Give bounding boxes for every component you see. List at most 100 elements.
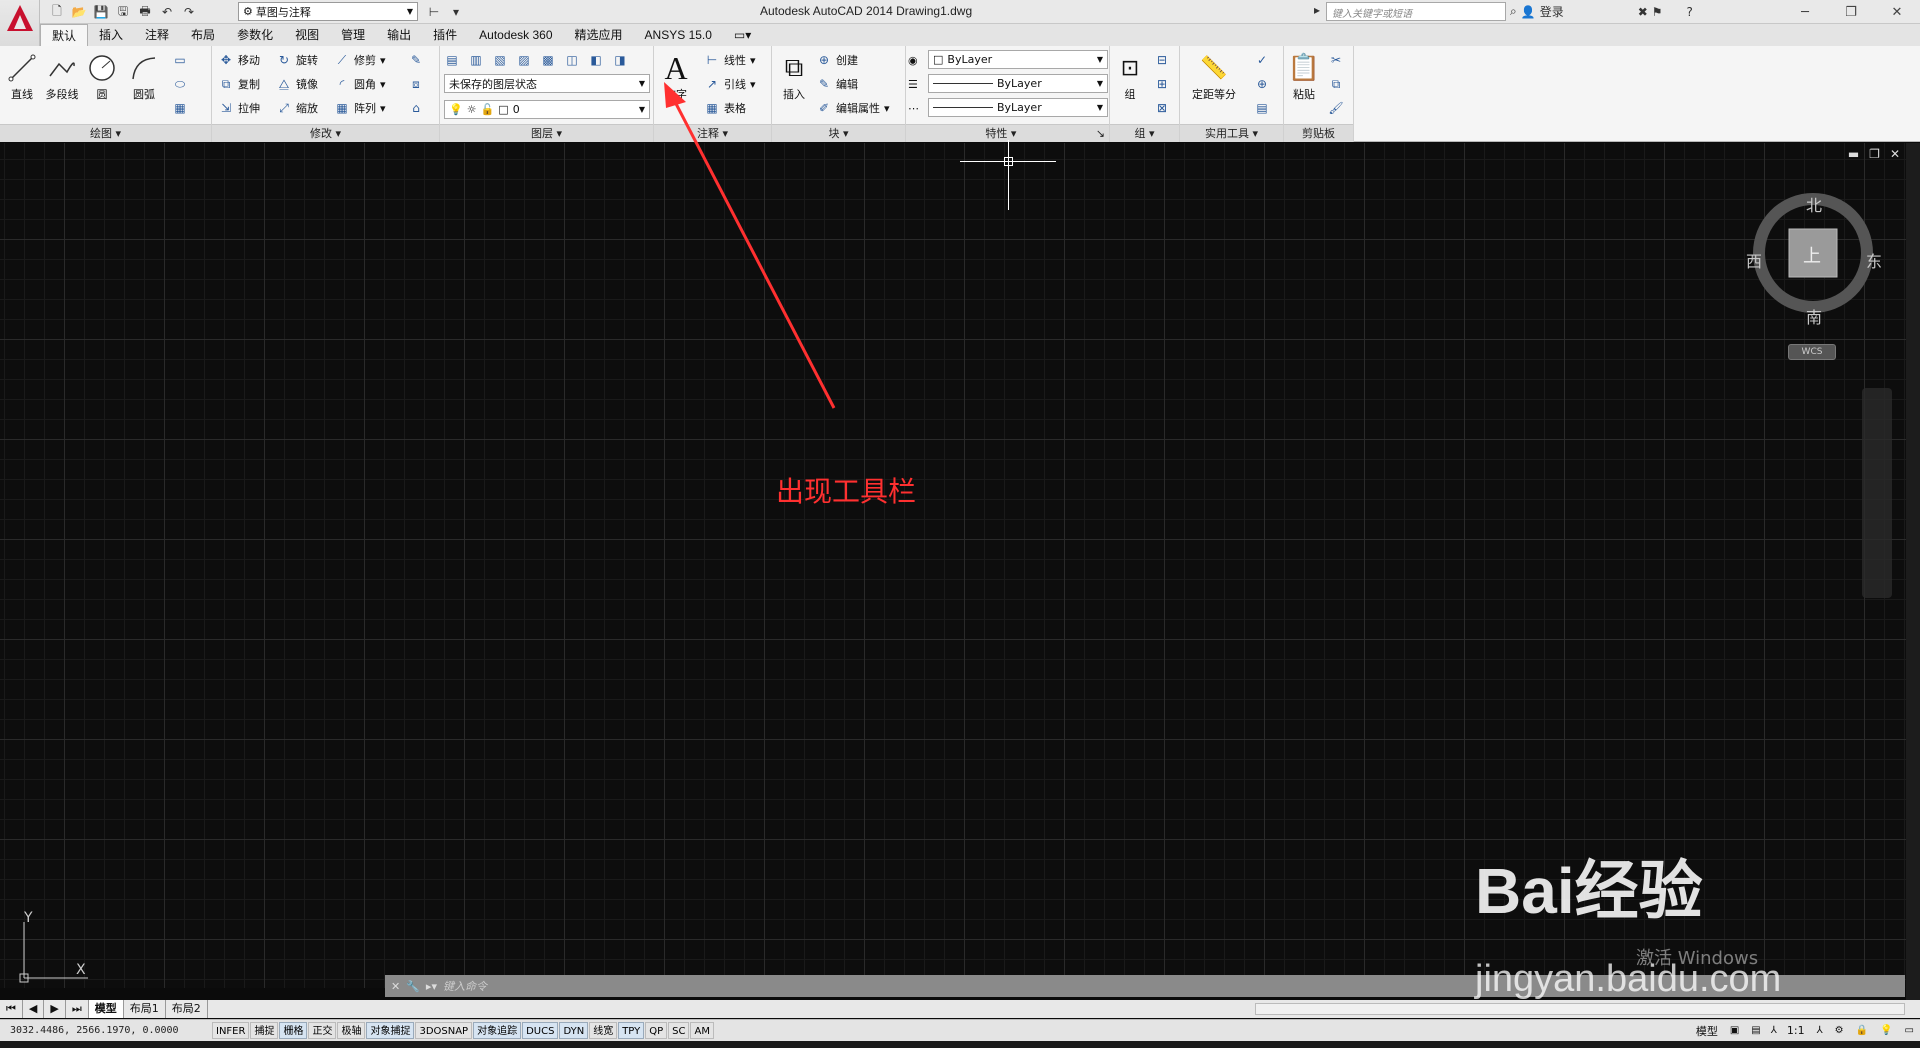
wcs-menu[interactable]: WCS	[1788, 344, 1836, 360]
navigation-bar[interactable]	[1862, 388, 1892, 598]
compass-north[interactable]: 北	[1806, 192, 1822, 216]
tab-insert[interactable]: 插入	[88, 24, 134, 46]
toggle-3dosnap[interactable]: 3DOSNAP	[415, 1022, 473, 1039]
save-icon[interactable]: 💾	[92, 3, 110, 21]
tab-view[interactable]: 视图	[284, 24, 330, 46]
toggle-am[interactable]: AM	[690, 1022, 714, 1039]
dialog-launcher-icon[interactable]: ↘	[1096, 125, 1105, 143]
nav-next-icon[interactable]: ▶	[44, 1000, 66, 1018]
model-space-button[interactable]: 模型	[1690, 1023, 1724, 1039]
rotate-button[interactable]: ↻ 旋转	[276, 50, 318, 70]
toggle-sc[interactable]: SC	[668, 1022, 690, 1039]
vertical-scrollbar[interactable]	[1906, 143, 1920, 1013]
ellipse-button[interactable]: ⬭	[172, 74, 188, 94]
tab-parametric[interactable]: 参数化	[226, 24, 284, 46]
copy-clip-button[interactable]: ⧉	[1328, 74, 1344, 94]
toggle-osnap[interactable]: 对象捕捉	[366, 1022, 415, 1039]
match-properties-button[interactable]: 🖌	[1328, 98, 1344, 118]
annotation-visibility-icon[interactable]: ⅄	[1811, 1025, 1829, 1036]
workspace-gear-icon[interactable]: ⚙	[1829, 1025, 1850, 1036]
app-menu-button[interactable]	[0, 0, 40, 46]
edit-block-button[interactable]: ✎ 编辑	[816, 74, 858, 94]
isolate-icon[interactable]: 💡	[1874, 1025, 1898, 1036]
edit-attributes-button[interactable]: ✐ 编辑属性 ▾	[816, 98, 890, 118]
exchange-icon[interactable]: ✖	[1638, 5, 1648, 19]
offset-button[interactable]: ⧈	[408, 74, 424, 94]
line-button[interactable]: 直线	[4, 50, 40, 102]
toggle-qp[interactable]: QP	[645, 1022, 668, 1039]
tab-model[interactable]: 模型	[88, 1000, 124, 1018]
cut-button[interactable]: ✂	[1328, 50, 1344, 70]
save-as-icon[interactable]: 🖫	[114, 3, 132, 21]
tab-ansys[interactable]: ANSYS 15.0	[634, 24, 723, 46]
tab-annotate[interactable]: 注释	[134, 24, 180, 46]
layer-toolbar-icon[interactable]: ⊢	[425, 3, 443, 21]
compass-west[interactable]: 西	[1746, 248, 1762, 272]
login-button[interactable]: 登录	[1540, 3, 1564, 20]
command-prompt-icon[interactable]: ▸▾	[426, 980, 437, 993]
layer-unisolate-icon[interactable]: ◨	[612, 52, 628, 68]
create-block-button[interactable]: ⊕ 创建	[816, 50, 858, 70]
paste-button[interactable]: 📋 粘贴	[1286, 50, 1322, 102]
panel-draw-label[interactable]: 绘图 ▾	[0, 124, 211, 142]
compass-east[interactable]: 东	[1866, 248, 1882, 272]
ungroup-button[interactable]: ⊟	[1154, 50, 1170, 70]
layout-view-icon[interactable]: ▣	[1724, 1025, 1745, 1036]
toggle-ducs[interactable]: DUCS	[522, 1022, 559, 1039]
leader-button[interactable]: ↗ 引线 ▾	[704, 74, 756, 94]
mirror-button[interactable]: ⧋ 镜像	[276, 74, 318, 94]
layer-lock-icon[interactable]: ◧	[588, 52, 604, 68]
layer-isolate-icon[interactable]: ▨	[516, 52, 532, 68]
quick-view-icon[interactable]: ▤	[1745, 1025, 1766, 1036]
nav-first-icon[interactable]: ⏮	[0, 1000, 23, 1018]
a360-icon[interactable]: ⚑	[1652, 5, 1663, 19]
search-expand-icon[interactable]: ▸	[1314, 3, 1320, 17]
compass-south[interactable]: 南	[1806, 304, 1822, 328]
nav-last-icon[interactable]: ⏭	[66, 1000, 89, 1018]
panel-clipboard-label[interactable]: 剪贴板	[1284, 124, 1353, 142]
annotation-scale[interactable]: 1:1	[1781, 1024, 1811, 1037]
doc-minimize-button[interactable]: ▬	[1848, 147, 1859, 161]
scale-button[interactable]: ⤢ 缩放	[276, 98, 318, 118]
move-button[interactable]: ✥ 移动	[218, 50, 260, 70]
toggle-polar[interactable]: 极轴	[337, 1022, 366, 1039]
tab-layout[interactable]: 布局	[180, 24, 226, 46]
toggle-grid[interactable]: 栅格	[279, 1022, 308, 1039]
binoculars-icon[interactable]: ⌕	[1510, 4, 1517, 19]
group-select-button[interactable]: ⊠	[1154, 98, 1170, 118]
command-input[interactable]: 键入命令	[443, 978, 487, 994]
circle-button[interactable]: 圆	[84, 50, 120, 102]
stretch-button[interactable]: ⇲ 拉伸	[218, 98, 260, 118]
layer-select[interactable]: 💡 ☼ 🔓 □ 0 ▼	[444, 100, 650, 119]
layer-properties-icon[interactable]: ▤	[444, 52, 460, 68]
group-button[interactable]: ⊡ 组	[1112, 50, 1148, 102]
dimension-button[interactable]: ⊢ 线性 ▾	[704, 50, 756, 70]
viewcube[interactable]: 北 南 东 西 上	[1746, 190, 1882, 327]
lineweight-select[interactable]: ByLayer ▼	[928, 98, 1108, 117]
close-icon[interactable]: ✕	[391, 980, 400, 993]
lock-icon[interactable]: 🔒	[1850, 1025, 1874, 1036]
array-button[interactable]: ▦ 阵列 ▾	[334, 98, 385, 118]
redo-icon[interactable]: ↷	[180, 3, 198, 21]
tab-layout2[interactable]: 布局2	[166, 1000, 208, 1018]
quick-select-button[interactable]: ✓	[1254, 50, 1270, 70]
panel-groups-label[interactable]: 组 ▾	[1110, 124, 1179, 142]
close-button[interactable]: ✕	[1874, 0, 1920, 24]
layer-off-icon[interactable]: ◫	[564, 52, 580, 68]
fillet-button[interactable]: ◜ 圆角 ▾	[334, 74, 386, 94]
hatch-button[interactable]: ▦	[172, 98, 188, 118]
layer-previous-icon[interactable]: ▧	[492, 52, 508, 68]
panel-utilities-label[interactable]: 实用工具 ▾	[1180, 124, 1283, 142]
panel-modify-label[interactable]: 修改 ▾	[212, 124, 439, 142]
panel-block-label[interactable]: 块 ▾	[772, 124, 905, 142]
insert-button[interactable]: ⧉ 插入	[776, 50, 812, 102]
toggle-infer[interactable]: INFER	[212, 1022, 250, 1039]
doc-restore-button[interactable]: ❐	[1869, 147, 1880, 161]
workspace-select[interactable]: ⚙ 草图与注释 ▼	[238, 2, 418, 21]
tab-plugins[interactable]: 插件	[422, 24, 468, 46]
minimize-button[interactable]: ─	[1782, 0, 1828, 24]
qat-dropdown-icon[interactable]: ▾	[447, 3, 465, 21]
help-icon[interactable]: ?	[1687, 5, 1693, 19]
tab-autodesk360[interactable]: Autodesk 360	[468, 24, 563, 46]
wrench-icon[interactable]: 🔧	[406, 980, 420, 993]
